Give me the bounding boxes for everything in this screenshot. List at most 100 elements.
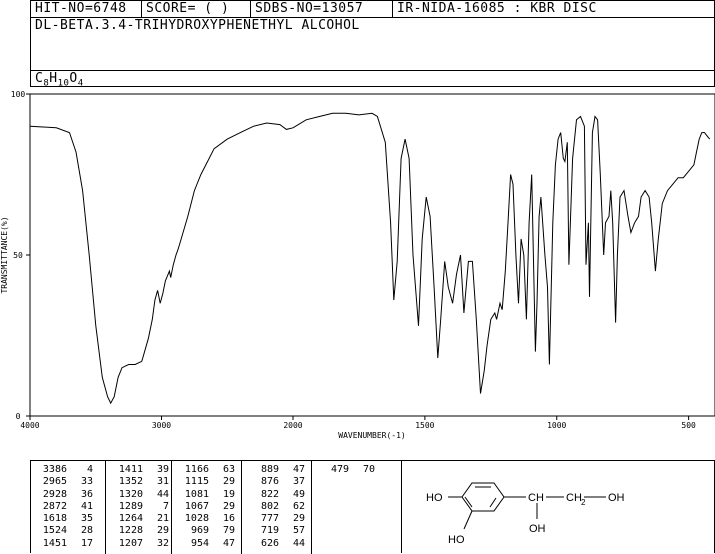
peak-row: 1411 39: [111, 464, 169, 476]
peak-transmittance: 63: [222, 464, 235, 475]
peak-wavenumber: 1207: [118, 537, 143, 549]
peak-row: 626 44: [247, 538, 305, 550]
peak-row: 1264 21: [111, 513, 169, 525]
peak-wavenumber: 1320: [118, 488, 143, 500]
peak-transmittance: 39: [156, 464, 169, 475]
peak-column: 889 47 876 37 822 49 802 62 777 29 719 57 626 44: [247, 464, 305, 550]
peak-transmittance: 29: [222, 476, 235, 488]
peak-row: 1289 7: [111, 501, 169, 513]
peak-row: 719 57: [247, 525, 305, 537]
peak-transmittance: 32: [156, 537, 169, 549]
x-tick-label: 4000: [20, 421, 39, 430]
peak-row: 1451 17: [35, 538, 93, 550]
x-tick-label: 3000: [152, 421, 171, 430]
peak-transmittance: 57: [292, 525, 305, 537]
column-divider: [311, 461, 312, 554]
peak-transmittance: 7: [162, 500, 169, 512]
peak-wavenumber: 719: [260, 525, 279, 537]
peak-row: 876 37: [247, 476, 305, 488]
peak-row: 1228 29: [111, 525, 169, 537]
methine-label: CH: [528, 492, 544, 504]
peak-row: 1081 19: [177, 489, 235, 501]
peak-transmittance: 70: [362, 464, 375, 475]
peak-row: 3386 4: [35, 464, 93, 476]
compound-box: DL-BETA.3.4-TRIHYDROXYPHENETHYL ALCOHOL: [30, 17, 715, 71]
peak-wavenumber: 626: [260, 537, 279, 549]
sdbs-number: SDBS-NO=13057: [255, 1, 364, 16]
molecular-structure: HO HO CH CH 2 OH OH: [426, 482, 625, 546]
peak-row: 954 47: [177, 538, 235, 550]
hit-number: HIT-NO=6748: [35, 1, 127, 16]
methylene-subscript: 2: [581, 498, 586, 507]
peak-wavenumber: 1081: [184, 488, 209, 500]
peak-row: 777 29: [247, 513, 305, 525]
peak-transmittance: 29: [156, 525, 169, 537]
method: IR-NIDA-16085 : KBR DISC: [397, 1, 597, 16]
peak-row: 1618 35: [35, 513, 93, 525]
peak-wavenumber: 1028: [184, 513, 209, 525]
peak-wavenumber: 822: [260, 488, 279, 500]
peak-column: 1411 39 1352 31 1320 44 1289 7 1264 21 1228 29 1207 3…: [111, 464, 169, 550]
peak-wavenumber: 802: [260, 500, 279, 512]
x-tick-label: 2000: [283, 421, 302, 430]
peak-transmittance: 21: [156, 513, 169, 525]
peak-transmittance: 17: [80, 537, 93, 549]
peak-wavenumber: 3386: [42, 464, 67, 475]
peak-transmittance: 62: [292, 500, 305, 512]
peak-wavenumber: 2965: [42, 476, 67, 488]
peak-row: 1207 32: [111, 538, 169, 550]
spectrum-series-line: [29, 112, 711, 405]
peak-wavenumber: 876: [260, 476, 279, 488]
peak-wavenumber: 1411: [118, 464, 143, 475]
peak-row: 1524 28: [35, 525, 93, 537]
ir-spectrum-chart: 4000 3000 2000 1500 1000 500 0 50 100 WAVENUMBE…: [0, 90, 715, 440]
peak-row: 822 49: [247, 489, 305, 501]
peak-transmittance: 19: [222, 488, 235, 500]
peak-row: 479 70: [317, 464, 375, 476]
hydroxyl-label: OH: [608, 492, 625, 504]
peak-wavenumber: 969: [190, 525, 209, 537]
x-tick-label: 1500: [415, 421, 434, 430]
column-divider: [171, 461, 172, 554]
peak-wavenumber: 1352: [118, 476, 143, 488]
peak-transmittance: 28: [80, 525, 93, 537]
peak-column: 1166 63 1115 29 1081 19 1067 29 1028 16 969 79 954 47: [177, 464, 235, 550]
peak-row: 2872 41: [35, 501, 93, 513]
hydroxyl-label: HO: [448, 534, 465, 546]
x-tick-label: 1000: [547, 421, 566, 430]
x-tick-label: 500: [681, 421, 696, 430]
peak-row: 1352 31: [111, 476, 169, 488]
formula-element: H: [49, 71, 58, 86]
peak-wavenumber: 1067: [184, 500, 209, 512]
peak-row: 1320 44: [111, 489, 169, 501]
formula-element: O: [69, 71, 78, 86]
peak-transmittance: 41: [80, 500, 93, 512]
hydroxyl-label: OH: [529, 523, 546, 535]
peak-transmittance: 79: [222, 525, 235, 537]
peak-row: 2965 33: [35, 476, 93, 488]
peak-transmittance: 49: [292, 488, 305, 500]
peak-wavenumber: 2872: [42, 500, 67, 512]
column-divider: [105, 461, 106, 554]
methylene-label: CH: [566, 492, 582, 504]
peak-wavenumber: 479: [330, 464, 349, 475]
x-axis-ticks: 4000 3000 2000 1500 1000 500: [20, 416, 696, 430]
peak-transmittance: 47: [222, 537, 235, 549]
peak-wavenumber: 1451: [42, 537, 67, 549]
peak-wavenumber: 777: [260, 513, 279, 525]
peak-transmittance: 16: [222, 513, 235, 525]
peak-wavenumber: 1289: [118, 500, 143, 512]
peak-transmittance: 37: [292, 476, 305, 488]
peak-transmittance: 29: [222, 500, 235, 512]
peak-wavenumber: 2928: [42, 488, 67, 500]
peak-transmittance: 4: [86, 464, 93, 475]
peak-row: 1166 63: [177, 464, 235, 476]
y-tick-label: 50: [13, 251, 23, 260]
peak-transmittance: 29: [292, 513, 305, 525]
score: SCORE= ( ): [146, 1, 230, 16]
peak-row: 889 47: [247, 464, 305, 476]
x-axis-label: WAVENUMBER(-1): [338, 431, 405, 440]
peak-transmittance: 31: [156, 476, 169, 488]
peak-row: 969 79: [177, 525, 235, 537]
formula-box: C8H10O4: [30, 70, 715, 89]
